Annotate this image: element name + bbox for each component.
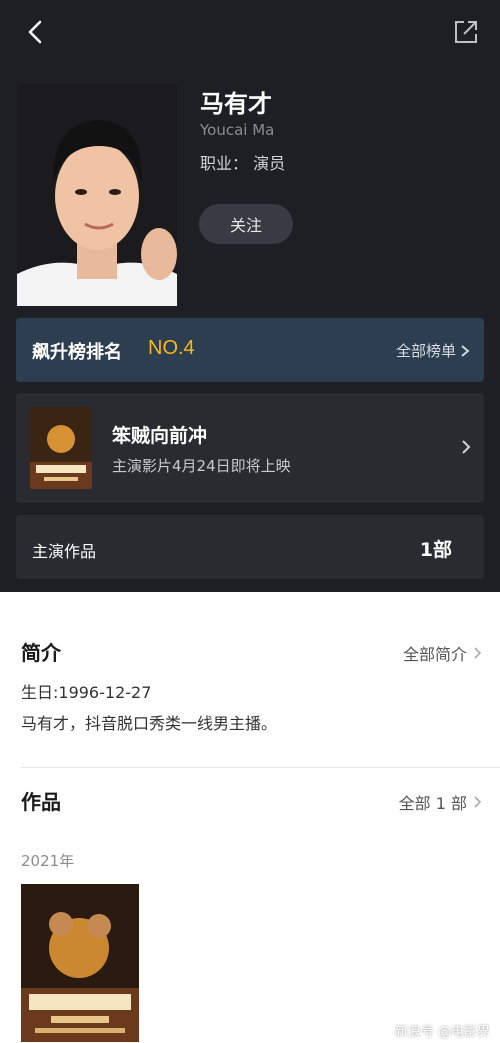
rank-card[interactable]: 飙升榜排名 NO.4 全部榜单 — [16, 318, 484, 382]
movie-release-note: 主演影片4月24日即将上映 — [112, 457, 291, 475]
chevron-right-icon — [474, 796, 482, 808]
all-works-link[interactable]: 全部 1 部 — [399, 790, 482, 814]
featured-movie-card[interactable]: 笨贼向前冲 主演影片4月24日即将上映 — [16, 393, 484, 503]
actor-english-name: Youcai Ma — [200, 121, 275, 139]
movie-poster — [30, 407, 92, 489]
chevron-left-icon — [28, 20, 42, 44]
rank-label: 飙升榜排名 — [32, 342, 122, 363]
share-button[interactable] — [452, 18, 480, 46]
header-section: 马有才 Youcai Ma 职业： 演员 关注 飙升榜排名 NO.4 全部榜单 … — [0, 0, 500, 592]
watermark: 新浪号 @电影界 — [394, 1025, 490, 1040]
chevron-right-icon — [462, 440, 471, 454]
works-title: 作品 — [21, 790, 61, 814]
chevron-right-icon — [474, 647, 482, 659]
all-rankings-link[interactable]: 全部榜单 — [396, 340, 470, 361]
work-poster[interactable] — [21, 884, 139, 1042]
follow-button[interactable]: 关注 — [199, 204, 293, 244]
all-rankings-label: 全部榜单 — [395, 342, 456, 360]
lead-works-label: 主演作品 — [32, 542, 97, 561]
all-intro-label: 全部简介 — [402, 645, 467, 664]
divider — [21, 767, 500, 768]
all-works-label: 全部 1 部 — [398, 794, 467, 813]
all-intro-link[interactable]: 全部简介 — [403, 641, 482, 665]
intro-description: 马有才，抖音脱口秀类一线男主播。 — [21, 714, 278, 733]
lead-works-card[interactable]: 主演作品 1部 — [16, 515, 484, 579]
intro-title: 简介 — [21, 641, 61, 665]
external-share-icon — [455, 21, 477, 43]
lead-works-count: 1部 — [419, 539, 452, 561]
rank-value: NO.4 — [148, 337, 195, 359]
actor-name: 马有才 — [200, 90, 272, 118]
occupation: 职业： 演员 — [200, 154, 286, 173]
chevron-right-icon — [461, 344, 470, 357]
avatar — [17, 84, 177, 306]
movie-title: 笨贼向前冲 — [112, 425, 208, 447]
back-button[interactable] — [22, 18, 50, 46]
birthday: 生日:1996-12-27 — [21, 683, 152, 702]
work-year: 2021年 — [21, 852, 75, 870]
